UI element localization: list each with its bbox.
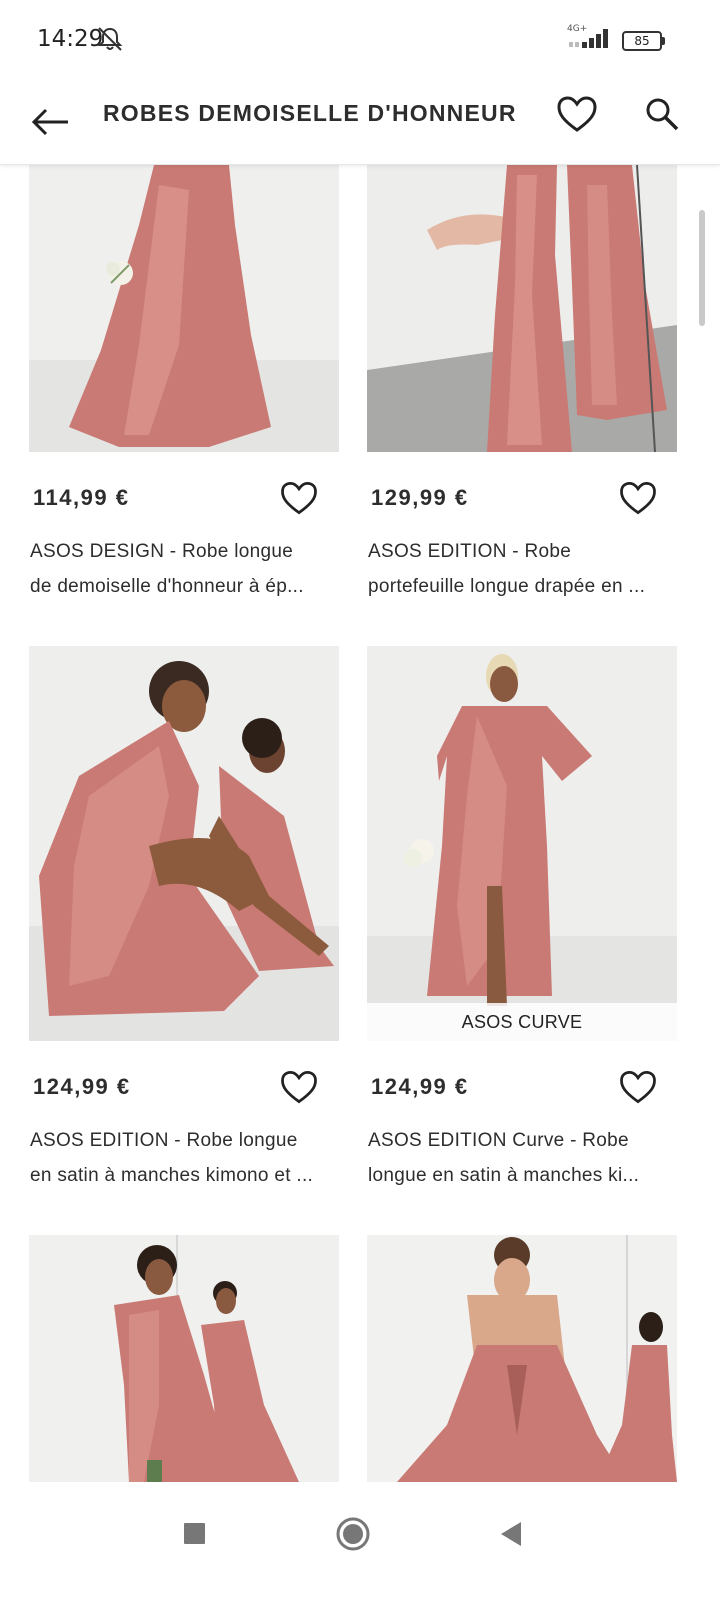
product-title-line: longue en satin à manches ki... — [368, 1165, 640, 1186]
wishlist-button[interactable] — [277, 476, 321, 520]
product-title[interactable]: ASOS EDITION Curve - Robe longue en sati… — [368, 1123, 678, 1193]
signal-icon: 4G+ — [567, 24, 615, 55]
app-bar: ROBES DEMOISELLE D'HONNEUR — [0, 80, 720, 165]
product-price: 114,99 € — [33, 485, 130, 510]
product-image[interactable] — [29, 165, 339, 452]
product-title[interactable]: ASOS EDITION - Robe portefeuille longue … — [368, 534, 678, 604]
system-navigation-bar — [0, 1482, 720, 1600]
status-bar: 14:29 4G+ 85 — [0, 0, 720, 80]
product-image[interactable] — [29, 1235, 339, 1482]
triangle-left-icon — [501, 1522, 521, 1546]
square-icon — [184, 1523, 205, 1544]
wishlist-button[interactable] — [277, 1065, 321, 1109]
product-title-line: en satin à manches kimono et ... — [30, 1165, 314, 1186]
product-price: 124,99 € — [371, 1074, 469, 1099]
product-title-line: de demoiselle d'honneur à ép... — [30, 576, 304, 597]
recents-button[interactable] — [165, 1504, 225, 1564]
product-title-line: portefeuille longue drapée en ... — [368, 576, 646, 597]
heart-icon — [557, 96, 597, 132]
product-image[interactable] — [367, 1235, 677, 1482]
heart-icon — [620, 481, 656, 515]
network-type: 4G+ — [567, 24, 588, 34]
product-image[interactable] — [29, 646, 339, 1041]
product-title-line: ASOS DESIGN - Robe longue — [30, 541, 294, 562]
arrow-left-icon — [31, 108, 68, 136]
circle-icon — [336, 1517, 370, 1551]
search-icon — [646, 98, 679, 131]
product-title[interactable]: ASOS EDITION - Robe longue en satin à ma… — [30, 1123, 340, 1193]
wishlist-button[interactable] — [616, 476, 660, 520]
product-title-line: ASOS EDITION - Robe longue — [30, 1130, 298, 1151]
home-button[interactable] — [323, 1504, 383, 1564]
product-title-line: ASOS EDITION - Robe — [368, 541, 572, 562]
heart-icon — [620, 1070, 656, 1104]
scrollbar[interactable] — [699, 210, 705, 326]
product-title[interactable]: ASOS DESIGN - Robe longue de demoiselle … — [30, 534, 340, 604]
back-button[interactable] — [28, 94, 76, 138]
product-image[interactable] — [367, 165, 677, 452]
mute-icon — [96, 26, 126, 57]
back-nav-button[interactable] — [481, 1504, 541, 1564]
search-button[interactable] — [638, 90, 686, 138]
heart-icon — [281, 1070, 317, 1104]
wishlist-button[interactable] — [616, 1065, 660, 1109]
asos-curve-badge: ASOS CURVE — [367, 1003, 677, 1041]
page-title: ROBES DEMOISELLE D'HONNEUR — [103, 100, 517, 126]
saved-items-button[interactable] — [553, 90, 601, 138]
product-title-line: ASOS EDITION Curve - Robe — [368, 1130, 629, 1151]
product-grid[interactable]: 114,99 € ASOS DESIGN - Robe longue de de… — [0, 165, 720, 1482]
product-price: 129,99 € — [371, 485, 469, 510]
status-time: 14:29 — [37, 26, 104, 52]
product-price: 124,99 € — [33, 1074, 131, 1099]
product-image[interactable]: ASOS CURVE — [367, 646, 677, 1041]
battery-icon: 85 — [622, 31, 665, 51]
heart-icon — [281, 481, 317, 515]
